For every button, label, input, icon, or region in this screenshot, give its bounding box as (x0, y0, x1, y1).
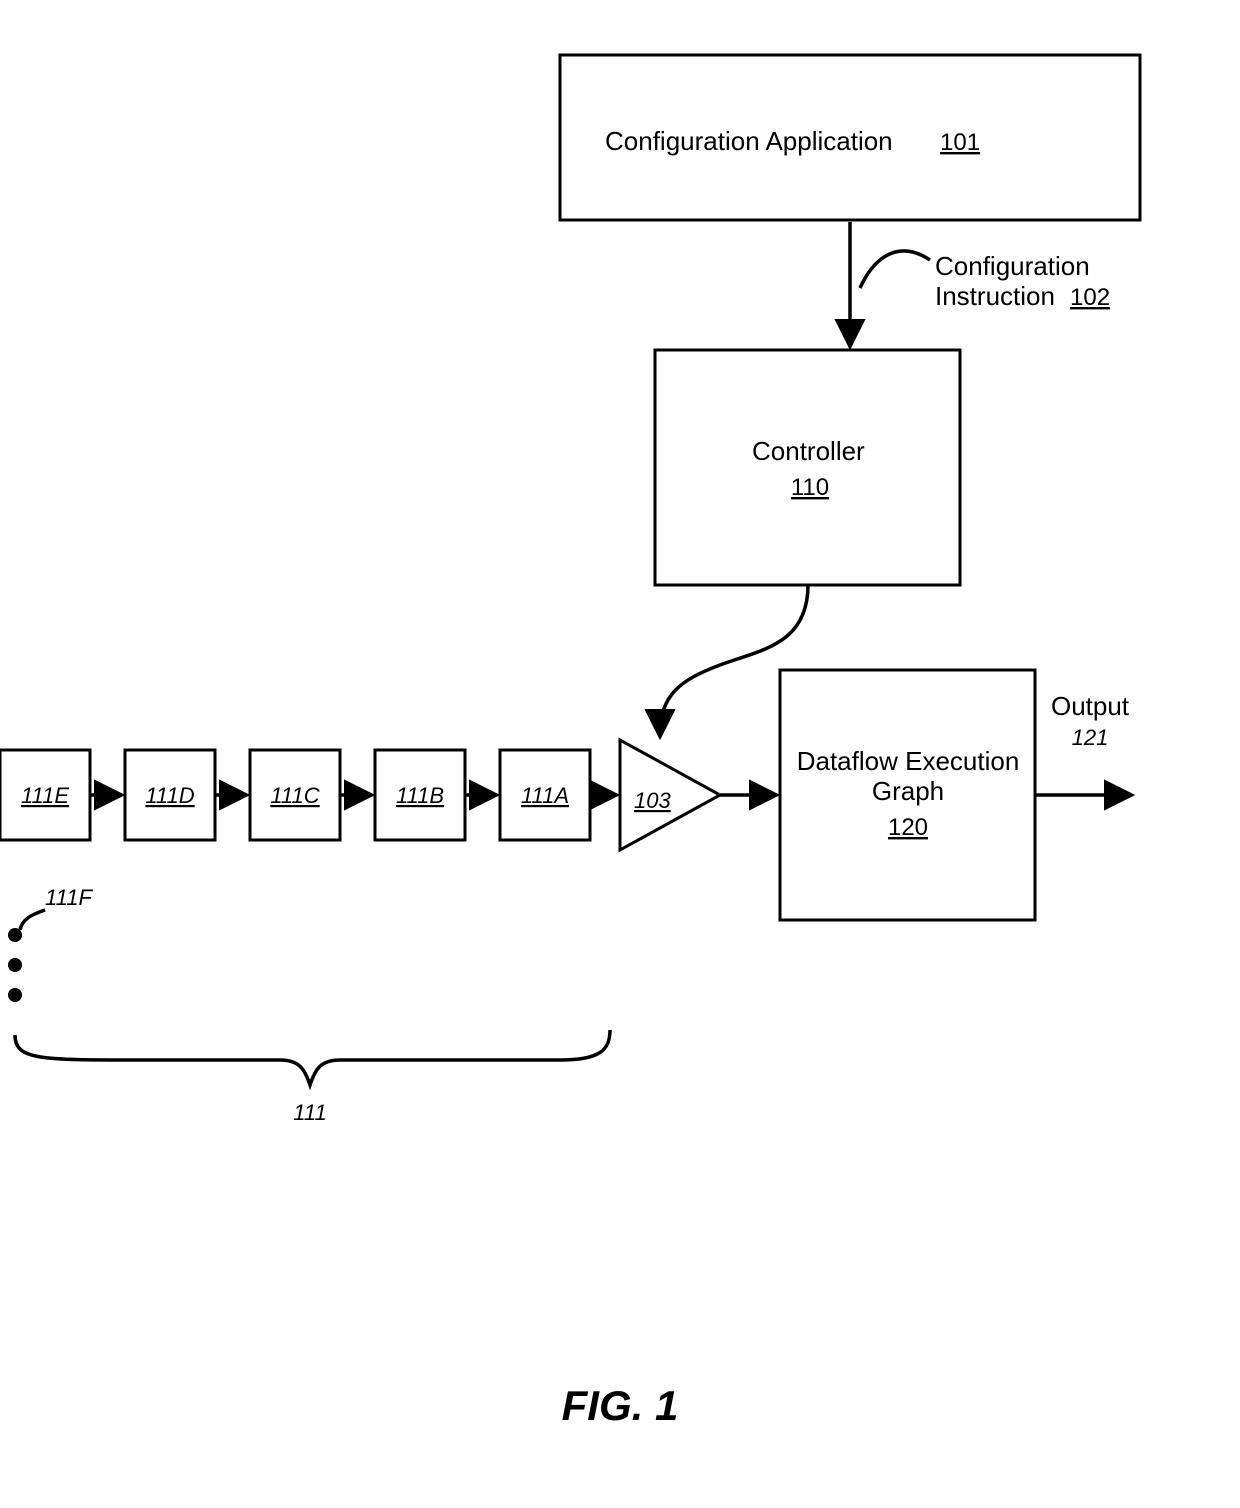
merge-ref: 103 (634, 788, 671, 813)
queue-ref: 111 (293, 1100, 326, 1125)
config-instruction-pointer (860, 251, 930, 288)
svg-text:111D: 111D (145, 783, 194, 808)
queue-item-2: 111C (250, 750, 340, 840)
config-application-title: Configuration Application (605, 126, 893, 156)
queue-overflow-ref: 111F (45, 885, 93, 910)
merge-node: 103 (620, 740, 720, 850)
config-application-block: Configuration Application 101 (560, 55, 1140, 220)
config-instruction-label: Configuration Instruction 102 (860, 251, 1110, 311)
controller-ref: 110 (791, 474, 829, 501)
output-text: Output (1051, 691, 1130, 721)
figure-label: FIG. 1 (562, 1382, 679, 1429)
queue-item-4: 111E (0, 750, 90, 840)
svg-text:111B: 111B (396, 783, 444, 808)
config-application-ref: 101 (940, 129, 980, 156)
svg-text:111E: 111E (21, 783, 69, 808)
graph-ref: 120 (888, 814, 928, 841)
config-instruction-line1: Configuration (935, 251, 1090, 281)
controller-title: Controller (752, 436, 865, 466)
queue-item-0: 111A (500, 750, 590, 840)
config-instruction-line2: Instruction (935, 281, 1055, 311)
svg-text:111C: 111C (270, 783, 319, 808)
queue-brace: 111 (15, 1030, 610, 1125)
queue-overflow: 111F (8, 885, 93, 1002)
controller-block: Controller 110 (655, 350, 960, 585)
config-instruction-ref: 102 (1070, 284, 1110, 311)
output-ref: 121 (1072, 725, 1109, 750)
queue-overflow-pointer (20, 910, 45, 930)
graph-line1: Dataflow Execution (797, 746, 1020, 776)
queue-item-1: 111B (375, 750, 465, 840)
output-label: Output 121 (1051, 691, 1130, 750)
graph-line2: Graph (872, 776, 944, 806)
svg-text:111A: 111A (521, 783, 569, 808)
dataflow-graph-block: Dataflow Execution Graph 120 (780, 670, 1035, 920)
queue-item-3: 111D (125, 750, 215, 840)
diagram-canvas: Configuration Application 101 Configurat… (0, 0, 1240, 1508)
